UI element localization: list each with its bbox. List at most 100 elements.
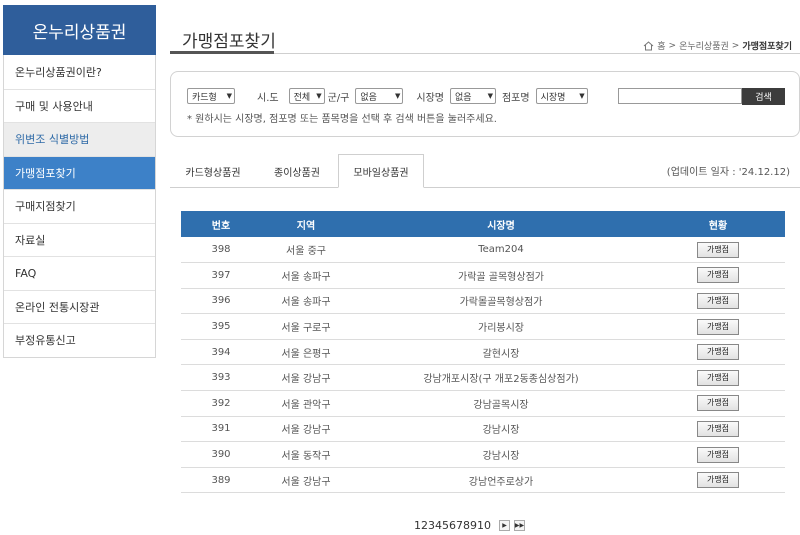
chevron-down-icon: ▼ <box>316 92 322 100</box>
page-link-9[interactable]: 9 <box>470 519 477 532</box>
store-list-button[interactable]: 가맹점 <box>697 395 739 412</box>
cell-no: 395 <box>181 313 261 340</box>
page-link-1[interactable]: 1 <box>414 519 421 532</box>
chevron-down-icon: ▼ <box>579 92 585 100</box>
cell-no: 398 <box>181 237 261 264</box>
table-row: 393 서울 강남구 강남개포시장(구 개포2동종심상점가) 가맹점 <box>181 364 785 392</box>
page-link-10[interactable]: 10 <box>477 519 491 532</box>
last-page-icon[interactable]: ▶▶ <box>514 520 525 531</box>
sidebar-item-report[interactable]: 부정유통신고 <box>4 323 155 357</box>
sidebar-item-store-finder[interactable]: 가맹점포찾기 <box>4 155 155 189</box>
sidebar-item-branch-finder[interactable]: 구매지점찾기 <box>4 189 155 223</box>
breadcrumb: 홈 > 온누리상품권 > 가맹점포찾기 <box>643 39 792 52</box>
cell-name: 강남개포시장(구 개포2동종심상점가) <box>351 364 651 392</box>
search-row: 카드형 ▼ 시.도 전체 ▼ 군/구 없음 ▼ 시장명 없음 ▼ 점포명 시장명… <box>187 88 588 104</box>
cell-name: 강남시장 <box>351 416 651 443</box>
sidebar-item-purchase-guide[interactable]: 구매 및 사용안내 <box>4 88 155 122</box>
store-list-button[interactable]: 가맹점 <box>697 472 739 489</box>
column-header-no: 번호 <box>181 211 261 237</box>
cell-status: 가맹점 <box>651 364 785 392</box>
page-link-8[interactable]: 8 <box>463 519 470 532</box>
sido-label: 시.도 <box>257 92 279 104</box>
page-title: 가맹점포찾기 <box>182 32 276 52</box>
store-label: 점포명 <box>501 92 530 104</box>
sidebar-item-counterfeit[interactable]: 위변조 식별방법 <box>4 122 155 156</box>
table-row: 398 서울 중구 Team204 가맹점 <box>181 237 785 264</box>
sido-select[interactable]: 전체 ▼ <box>288 88 325 104</box>
cell-status: 가맹점 <box>651 390 785 417</box>
pagination: 1 2 3 4 5 6 7 8 9 10 ▶ ▶▶ <box>414 519 525 532</box>
table-row: 396 서울 송파구 가락몰골목형상점가 가맹점 <box>181 288 785 315</box>
store-list-button[interactable]: 가맹점 <box>697 344 739 361</box>
cell-status: 가맹점 <box>651 288 785 315</box>
cell-status: 가맹점 <box>651 467 785 494</box>
sidebar-item-about[interactable]: 온누리상품권이란? <box>4 55 155 89</box>
search-button[interactable]: 검색 <box>742 88 785 105</box>
page-link-7[interactable]: 7 <box>456 519 463 532</box>
table-row: 390 서울 동작구 강남시장 가맹점 <box>181 441 785 468</box>
cell-no: 389 <box>181 467 261 494</box>
cell-area: 서울 강남구 <box>261 467 351 494</box>
table-row: 391 서울 강남구 강남시장 가맹점 <box>181 416 785 443</box>
table-row: 392 서울 관악구 강남골목시장 가맹점 <box>181 390 785 417</box>
breadcrumb-section[interactable]: 온누리상품권 <box>679 39 729 52</box>
page-link-6[interactable]: 6 <box>449 519 456 532</box>
store-list-button[interactable]: 가맹점 <box>697 420 739 437</box>
store-select-value: 시장명 <box>540 92 566 103</box>
table-header-row: 번호 지역 시장명 현황 <box>181 211 785 237</box>
cell-name: 가락골 골목형상점가 <box>351 262 651 289</box>
type-select[interactable]: 카드형 ▼ <box>187 88 235 104</box>
tab-mobile[interactable]: 모바일상품권 <box>338 154 424 188</box>
gugun-select[interactable]: 없음 ▼ <box>355 88 404 104</box>
search-input[interactable] <box>618 88 742 104</box>
cell-status: 가맹점 <box>651 441 785 468</box>
store-list-button[interactable]: 가맹점 <box>697 318 739 335</box>
page-link-3[interactable]: 3 <box>428 519 435 532</box>
cell-area: 서울 구로구 <box>261 313 351 340</box>
column-header-area: 지역 <box>261 211 351 237</box>
cell-name: 강남언주로상가 <box>351 467 651 494</box>
cell-status: 가맹점 <box>651 339 785 366</box>
sido-select-value: 전체 <box>293 92 311 103</box>
sidebar: 온누리상품권 온누리상품권이란? 구매 및 사용안내 위변조 식별방법 가맹점포… <box>3 5 156 358</box>
table-row: 389 서울 강남구 강남언주로상가 가맹점 <box>181 467 785 494</box>
market-select[interactable]: 없음 ▼ <box>449 88 496 104</box>
page-link-5[interactable]: 5 <box>442 519 449 532</box>
breadcrumb-separator: > <box>668 40 677 51</box>
sidebar-item-faq[interactable]: FAQ <box>4 256 155 290</box>
cell-status: 가맹점 <box>651 237 785 264</box>
chevron-down-icon: ▼ <box>487 92 493 100</box>
home-icon[interactable] <box>643 40 654 51</box>
store-list-button[interactable]: 가맹점 <box>697 292 739 309</box>
sidebar-title: 온누리상품권 <box>3 5 156 55</box>
store-list-button[interactable]: 가맹점 <box>697 446 739 463</box>
next-page-icon[interactable]: ▶ <box>499 520 510 531</box>
tab-paper[interactable]: 종이상품권 <box>256 154 338 188</box>
store-list-button[interactable]: 가맹점 <box>697 267 739 284</box>
breadcrumb-home[interactable]: 홈 <box>657 39 665 52</box>
store-list-button[interactable]: 가맹점 <box>697 369 739 386</box>
cell-name: 강남시장 <box>351 441 651 468</box>
search-panel: 카드형 ▼ 시.도 전체 ▼ 군/구 없음 ▼ 시장명 없음 ▼ 점포명 시장명… <box>170 71 800 137</box>
cell-area: 서울 은평구 <box>261 339 351 366</box>
cell-area: 서울 동작구 <box>261 441 351 468</box>
table-row: 394 서울 은평구 갈현시장 가맹점 <box>181 339 785 366</box>
table-row: 397 서울 송파구 가락골 골목형상점가 가맹점 <box>181 262 785 289</box>
cell-status: 가맹점 <box>651 313 785 340</box>
tab-card[interactable]: 카드형상품권 <box>170 154 256 188</box>
cell-area: 서울 중구 <box>261 237 351 264</box>
store-select[interactable]: 시장명 ▼ <box>535 88 588 104</box>
cell-name: 가락몰골목형상점가 <box>351 288 651 315</box>
sidebar-item-library[interactable]: 자료실 <box>4 222 155 256</box>
page-link-2[interactable]: 2 <box>421 519 428 532</box>
cell-no: 393 <box>181 364 261 392</box>
store-list-button[interactable]: 가맹점 <box>697 241 739 258</box>
cell-no: 397 <box>181 262 261 289</box>
gugun-select-value: 없음 <box>360 92 377 103</box>
gugun-label: 군/구 <box>327 92 350 104</box>
page-link-4[interactable]: 4 <box>435 519 442 532</box>
sidebar-item-online-market[interactable]: 온라인 전통시장관 <box>4 289 155 323</box>
cell-area: 서울 강남구 <box>261 364 351 392</box>
page: 온누리상품권 온누리상품권이란? 구매 및 사용안내 위변조 식별방법 가맹점포… <box>0 0 800 535</box>
type-select-value: 카드형 <box>192 92 217 103</box>
